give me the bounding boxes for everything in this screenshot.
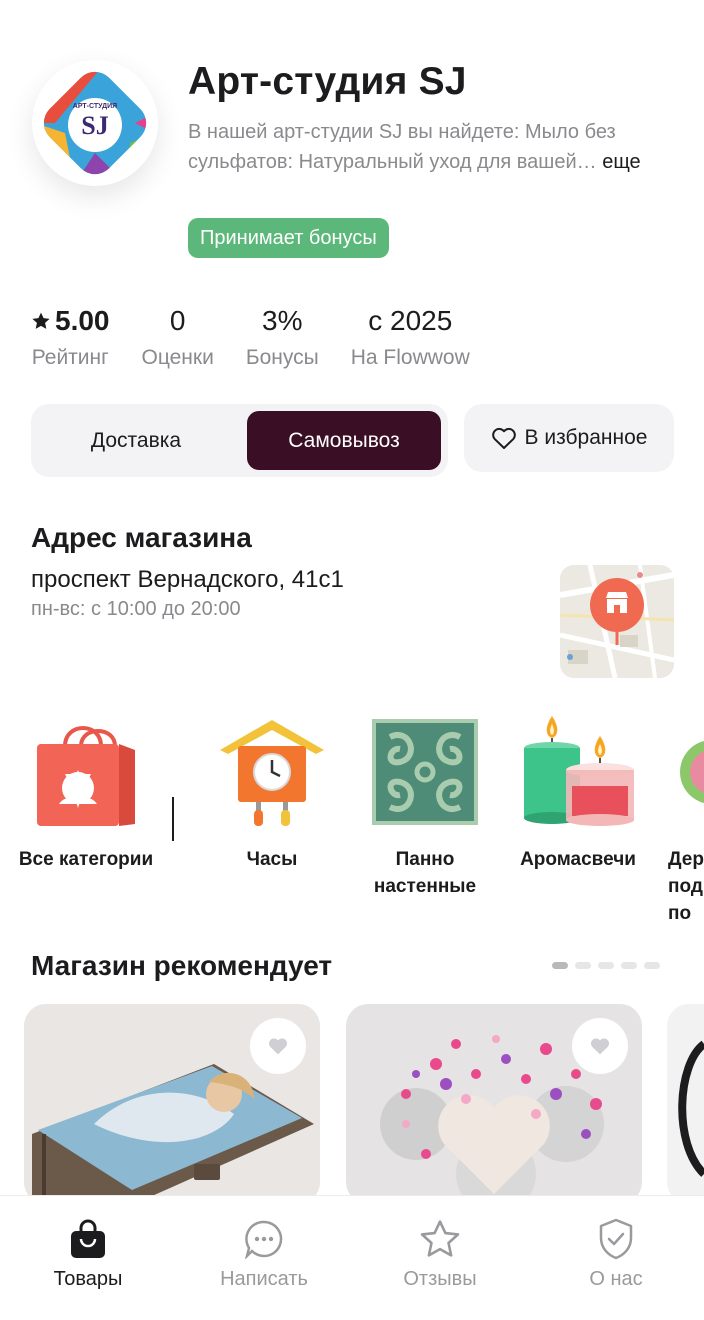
stat-rating-label: Рейтинг [31, 346, 109, 369]
category-candles[interactable]: Аромасвечи [498, 712, 658, 873]
recommended-title: Магазин рекомендует [31, 950, 333, 981]
shop-stats: 5.00 Рейтинг 0 Оценки 3% Бонусы с 2025 Н… [31, 302, 502, 370]
holder-icon [652, 712, 704, 832]
address-street: проспект Вернадского, 41с1 [31, 566, 344, 593]
nav-label: О нас [589, 1268, 643, 1290]
nav-label: Отзывы [403, 1268, 477, 1290]
stat-since-label: На Flowwow [350, 346, 470, 369]
card-favorite-button[interactable] [250, 1018, 306, 1074]
pagination-dot [621, 962, 637, 969]
stat-reviews-label: Оценки [141, 346, 214, 369]
stat-reviews: 0 Оценки [142, 302, 214, 370]
pickup-option[interactable]: Самовывоз [247, 411, 441, 470]
candles-icon [518, 712, 638, 832]
category-label: Часы [246, 849, 298, 870]
category-label: Все категории [18, 849, 154, 870]
favorites-label: В избранное [524, 426, 648, 449]
nav-products[interactable]: Товары [0, 1216, 176, 1291]
category-label: Панно настенные [373, 849, 477, 897]
category-carousel[interactable]: Все категории Часы Панно настенные Арома… [0, 712, 704, 922]
category-label: Дер под по [668, 849, 704, 922]
stat-reviews-value: 0 [169, 305, 186, 336]
shield-check-icon [528, 1216, 704, 1262]
product-card-partial[interactable] [667, 1004, 704, 1204]
nav-label: Написать [220, 1268, 308, 1290]
logo-arc-text: АРТ-СТУДИЯ [73, 103, 117, 110]
pagination-dot-active [552, 962, 568, 969]
bonus-badge: Принимает бонусы [188, 218, 389, 258]
address-title: Адрес магазина [31, 522, 252, 553]
product-card[interactable] [24, 1004, 320, 1204]
shop-logo: SJ АРТ-СТУДИЯ [32, 60, 158, 186]
shop-description-text: В нашей арт-студии SJ вы найдете: Мыло б… [188, 121, 616, 173]
heart-icon [268, 1038, 288, 1055]
more-link[interactable]: еще [602, 151, 640, 173]
map-thumbnail[interactable] [560, 565, 674, 678]
star-icon [32, 312, 50, 329]
logo-monogram: SJ [81, 111, 108, 140]
add-to-favorites-button[interactable]: В избранное [464, 404, 674, 472]
category-all[interactable]: Все категории [6, 712, 166, 873]
shopping-bag-icon [26, 712, 146, 832]
nav-about[interactable]: О нас [528, 1216, 704, 1291]
star-outline-icon [352, 1216, 528, 1262]
category-clocks[interactable]: Часы [192, 712, 352, 873]
category-label: Аромасвечи [520, 849, 636, 870]
shop-title: Арт-студия SJ [188, 60, 467, 103]
card-favorite-button[interactable] [572, 1018, 628, 1074]
chat-icon [176, 1216, 352, 1262]
category-wall-panels[interactable]: Панно настенные [345, 712, 505, 900]
nav-reviews[interactable]: Отзывы [352, 1216, 528, 1291]
stat-bonus: 3% Бонусы [246, 302, 319, 370]
delivery-toggle: Доставка Самовывоз [31, 404, 448, 477]
stat-rating-value: 5.00 [31, 302, 110, 340]
address-hours: пн-вс: с 10:00 до 20:00 [31, 598, 241, 620]
pagination-dot [644, 962, 660, 969]
stat-since-value: с 2025 [368, 305, 453, 336]
stat-bonus-value: 3% [262, 305, 303, 336]
carousel-scroll-indicator [172, 797, 174, 841]
product-image-clock [667, 1004, 704, 1204]
stat-rating: 5.00 Рейтинг [31, 302, 110, 370]
stat-since: с 2025 На Flowwow [351, 302, 470, 370]
carousel-pagination [552, 962, 667, 969]
pagination-dot [575, 962, 591, 969]
bottom-navigation: Товары Написать Отзывы О нас [0, 1195, 704, 1320]
pagination-dot [598, 962, 614, 969]
heart-icon [590, 1038, 610, 1055]
wall-panel-icon [365, 712, 485, 832]
bag-icon [0, 1216, 176, 1262]
heart-outline-icon [491, 427, 516, 449]
rating-number: 5.00 [55, 305, 110, 336]
shop-description: В нашей арт-студии SJ вы найдете: Мыло б… [188, 117, 688, 177]
nav-write[interactable]: Написать [176, 1216, 352, 1291]
delivery-option[interactable]: Доставка [39, 411, 233, 470]
product-card[interactable] [346, 1004, 642, 1204]
stat-bonus-label: Бонусы [245, 346, 319, 369]
category-holders[interactable]: Дер под по [652, 712, 704, 922]
nav-label: Товары [53, 1268, 123, 1290]
cuckoo-clock-icon [212, 712, 332, 832]
